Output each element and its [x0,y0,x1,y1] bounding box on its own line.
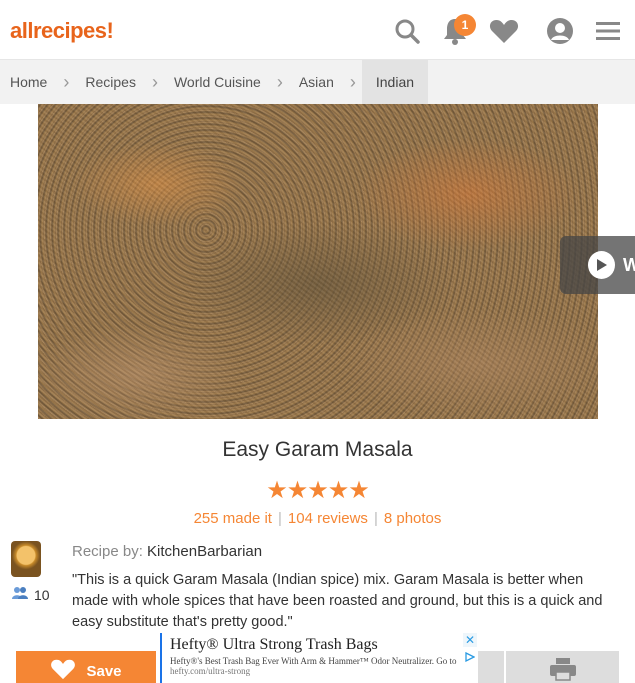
recipe-description: "This is a quick Garam Masala (Indian sp… [72,572,603,630]
breadcrumb: Home › Recipes › World Cuisine › Asian ›… [0,60,635,104]
rating-stars[interactable]: ★★★★★ [0,476,635,505]
watch-video-label: W [623,254,635,275]
breadcrumb-indian[interactable]: Indian [361,60,429,104]
ad-subtitle: Hefty®'s Best Trash Bag Ever With Arm & … [170,656,457,666]
heart-icon[interactable] [487,14,521,48]
heart-icon [50,658,76,683]
chevron-right-icon: › [151,71,158,92]
recipe-by-label: Recipe by: [72,543,143,560]
print-button[interactable] [506,651,619,683]
made-it-link[interactable]: 255 made it [194,510,272,527]
ad-url[interactable]: hefty.com/ultra-strong [170,666,470,676]
recipe-photo[interactable] [38,104,598,419]
breadcrumb-home[interactable]: Home [0,60,57,104]
chevron-right-icon: › [349,71,356,92]
author-name[interactable]: KitchenBarbarian [147,543,262,560]
user-icon[interactable] [543,14,577,48]
share-button[interactable] [478,651,504,683]
ad-choices-icon[interactable] [463,650,477,664]
photos-link[interactable]: 8 photos [384,510,442,527]
chevron-right-icon: › [63,71,70,92]
save-button[interactable]: Save [16,651,156,683]
watch-video-button[interactable]: W [560,236,635,294]
followers-icon [12,586,28,603]
ad-close-icon[interactable]: ✕ [463,633,477,647]
followers-number: 10 [34,586,50,603]
breadcrumb-recipes[interactable]: Recipes [75,60,146,104]
print-icon [549,657,577,683]
play-icon [588,251,615,279]
recipe-title: Easy Garam Masala [222,438,413,461]
recipe-by: Recipe by: KitchenBarbarian [72,543,262,560]
allrecipes-logo[interactable]: allrecipes! [10,18,114,44]
reviews-link[interactable]: 104 reviews [288,510,368,527]
ad-title[interactable]: Hefty® Ultra Strong Trash Bags [170,636,470,654]
notification-badge: 1 [454,14,476,36]
search-icon[interactable] [390,14,424,48]
breadcrumb-world-cuisine[interactable]: World Cuisine [164,60,271,104]
followers-count[interactable]: 10 [12,586,50,603]
menu-icon[interactable] [591,14,625,48]
recipe-stats: 255 made it | 104 reviews | 8 photos [193,510,442,527]
save-label: Save [86,662,122,680]
ad-banner[interactable]: Hefty® Ultra Strong Trash Bags Hefty®'s … [160,633,478,683]
chevron-right-icon: › [276,71,283,92]
author-avatar[interactable] [11,541,41,577]
breadcrumb-asian[interactable]: Asian [289,60,344,104]
site-header: allrecipes! 1 [0,0,635,60]
